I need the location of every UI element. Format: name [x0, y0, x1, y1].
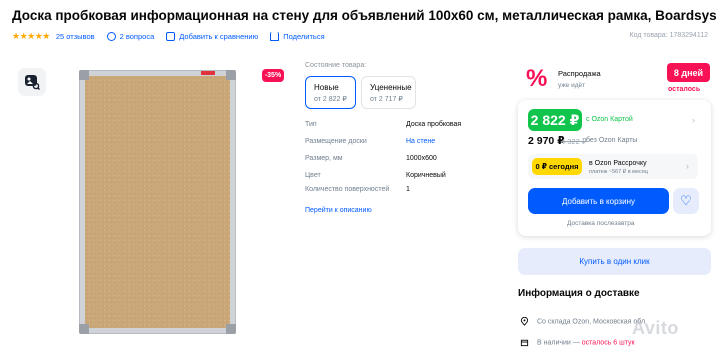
spec-value-link[interactable]: На стене [406, 138, 435, 145]
share-label: Поделиться [283, 31, 325, 41]
days-left-label: осталось [668, 86, 701, 93]
delivery-title: Информация о доставке [518, 288, 640, 299]
goto-description-link[interactable]: Перейти к описанию [305, 207, 372, 214]
add-to-cart-button[interactable]: Добавить в корзину [528, 188, 669, 214]
frame-corner [79, 324, 89, 334]
delivery-source: Со склада Ozon, Московская обл. [537, 318, 647, 326]
spec-value: Доска пробковая [406, 121, 462, 128]
compare-icon [166, 31, 176, 41]
stock-remaining: осталось 6 штук [581, 339, 635, 347]
percent-icon: % [526, 65, 548, 92]
frame-corner [79, 70, 89, 80]
promo-subtitle: уже идёт [558, 82, 586, 89]
product-code: Код товара: 1783294112 [629, 32, 709, 39]
reviews-label: 25 отзывов [55, 31, 95, 41]
spec-row: Размещение доски На стене [305, 138, 505, 150]
spec-row: Цвет Коричневый [305, 172, 505, 184]
stock-row: В наличии — осталось 6 штук [520, 338, 635, 347]
discount-badge: -35% [262, 69, 284, 82]
spec-row: Размер, мм 1000x600 [305, 155, 505, 167]
regular-price: 2 970 ₽ [528, 135, 565, 147]
stock-prefix: В наличии — [537, 339, 580, 347]
spec-row: Тип Доска пробковая [305, 121, 505, 133]
spec-name: Размер, мм [305, 155, 343, 162]
share-link[interactable]: Поделиться [270, 31, 325, 41]
questions-link[interactable]: 2 вопроса [106, 31, 155, 41]
reviews-link[interactable]: 25 отзывов [56, 32, 95, 41]
card-price-label: c Ozon Картой [586, 116, 633, 123]
spec-name: Размещение доски [305, 138, 367, 145]
frame-corner [226, 70, 236, 80]
spec-value: 1 [406, 186, 410, 193]
chevron-right-icon[interactable]: › [686, 161, 689, 171]
spec-value: 1000x600 [406, 155, 437, 162]
compare-link[interactable]: Добавить к сравнению [166, 31, 259, 41]
product-meta-bar: ★★★★★ 25 отзывов 2 вопроса Добавить к ср… [12, 30, 337, 42]
frame-sticker [201, 71, 215, 75]
spec-value: Коричневый [406, 172, 446, 179]
image-search-icon [25, 75, 40, 90]
box-icon [520, 339, 529, 347]
promo-title: Распродажа [558, 69, 601, 78]
frame-corner [226, 324, 236, 334]
buy-one-click-button[interactable]: Купить в один клик [518, 248, 711, 275]
chat-icon [106, 31, 116, 41]
old-price: 4 322 ₽ [561, 137, 587, 146]
rating-stars-icon[interactable]: ★★★★★ [12, 31, 50, 42]
spec-name: Тип [305, 121, 317, 128]
card-price-badge: 2 822 ₽ [528, 109, 582, 131]
questions-label: 2 вопроса [119, 31, 155, 41]
option-title: Уцененные [370, 83, 412, 92]
spec-name: Количество поверхностей [305, 186, 390, 193]
avito-watermark: Avito [632, 318, 679, 338]
regular-price-label: без Ozon Карты [586, 137, 638, 144]
product-image[interactable] [79, 70, 236, 334]
chevron-right-icon[interactable]: › [692, 115, 695, 125]
option-price: от 2 717 ₽ [370, 96, 403, 103]
condition-label: Состояние товара: [305, 62, 367, 69]
installment-title: в Ozon Рассрочку [589, 160, 647, 167]
similar-search-button[interactable] [18, 68, 46, 96]
option-price: от 2 822 ₽ [314, 96, 347, 103]
favorite-heart-icon[interactable]: ♡ [673, 188, 699, 214]
installment-subtitle: платеж ~567 ₽ в месяц [589, 169, 648, 175]
condition-option-new[interactable]: Новые от 2 822 ₽ [305, 76, 356, 109]
compare-label: Добавить к сравнению [179, 31, 259, 41]
delivery-note: Доставка послезавтра [567, 220, 635, 227]
share-icon [270, 31, 280, 41]
location-pin-icon [520, 317, 529, 326]
condition-option-discounted[interactable]: Уцененные от 2 717 ₽ [361, 76, 416, 109]
spec-row: Количество поверхностей 1 [305, 186, 505, 198]
installment-badge: 0 ₽ сегодня [532, 158, 582, 175]
page-title: Доска пробковая информационная на стену … [12, 8, 717, 23]
delivery-source-row: Со склада Ozon, Московская обл. [520, 317, 647, 326]
cork-surface [85, 76, 230, 328]
option-title: Новые [314, 83, 339, 92]
days-left-badge: 8 дней [667, 63, 710, 82]
spec-name: Цвет [305, 172, 321, 179]
